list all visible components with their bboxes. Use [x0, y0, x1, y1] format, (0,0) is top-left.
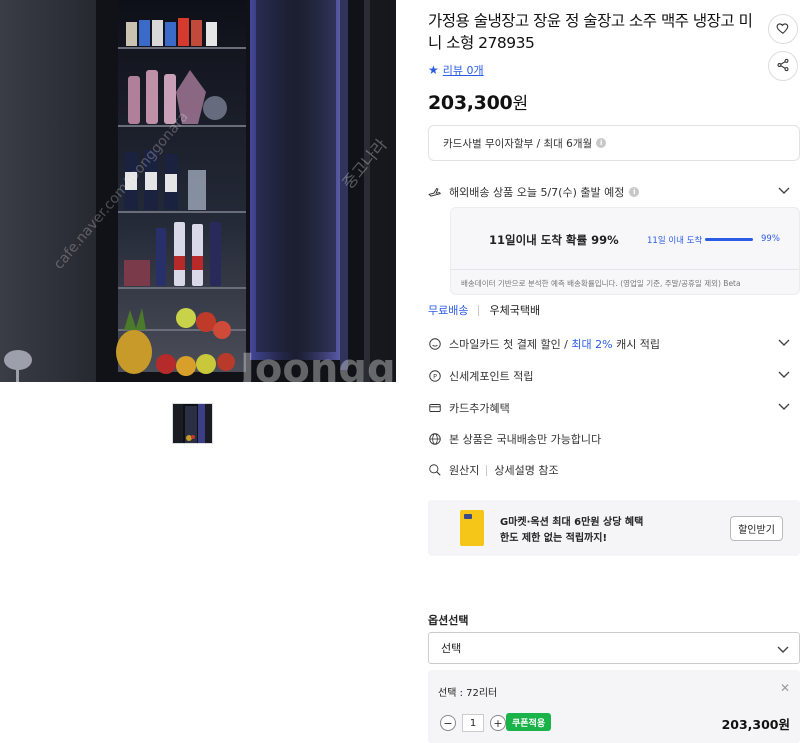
- selected-option-box: 선택 : 72리터 ✕ − 1 + 쿠폰적용 203,300원: [428, 670, 800, 743]
- smile-card-suffix: 캐시 적립: [612, 338, 661, 351]
- price-value: 203,300: [428, 92, 513, 114]
- globe-icon: [428, 432, 442, 446]
- card-icon: [428, 401, 442, 415]
- chevron-down-icon[interactable]: [778, 368, 790, 383]
- image-gallery: cafe.naver.com/joonggonara 중고나라 Joonggon…: [0, 0, 396, 743]
- smile-icon: [428, 337, 442, 351]
- svg-text:P: P: [433, 373, 437, 381]
- product-title: 가정용 술냉장고 장윤 정 술장고 소주 맥주 냉장고 미니 소형 278935: [428, 12, 753, 52]
- chevron-down-icon[interactable]: [778, 400, 790, 415]
- decrease-button[interactable]: −: [440, 715, 456, 731]
- close-icon[interactable]: ✕: [780, 681, 790, 695]
- divider: [451, 269, 799, 270]
- origin-row: 원산지 상세설명 참조: [428, 458, 800, 482]
- chevron-down-icon: [777, 643, 789, 658]
- option-select-value: 선택: [441, 642, 462, 655]
- promo-line-2: 한도 제한 없는 적립까지!: [500, 533, 608, 544]
- delivery-note: 배송데이터 기반으로 분석한 예측 배송확률입니다. (영업일 기준, 주말/공…: [461, 279, 741, 288]
- info-icon[interactable]: i: [596, 138, 607, 148]
- quantity-stepper: − 1 +: [440, 714, 506, 732]
- delivery-bar-percent: 99%: [761, 234, 780, 244]
- chevron-down-icon[interactable]: [778, 336, 790, 351]
- promo-line-1: G마켓·옥션 최대 6만원 상당 혜택: [500, 517, 644, 528]
- info-icon[interactable]: i: [629, 187, 640, 197]
- installment-info: 카드사별 무이자할부 / 최대 6개월 i: [428, 125, 800, 161]
- divider: [478, 304, 480, 316]
- shipping-method: 우체국택배: [489, 304, 541, 317]
- card-benefit-text: 카드추가혜택: [449, 402, 510, 415]
- option-section-title: 옵션선택: [428, 614, 469, 627]
- shipping-fee: 무료배송: [428, 304, 469, 317]
- smile-card-highlight: 최대 2%: [571, 338, 613, 351]
- delivery-probability-bar-fill: [705, 238, 753, 241]
- heart-icon: [776, 20, 790, 39]
- delivery-probability-text: 11일이내 도착 확률 99%: [489, 233, 619, 247]
- credit-card-icon: [460, 510, 484, 546]
- main-product-image[interactable]: cafe.naver.com/joonggonara 중고나라 Joonggon…: [0, 0, 396, 382]
- apply-coupon-button[interactable]: 쿠폰적용: [506, 713, 552, 731]
- smile-card-row[interactable]: 스마일카드 첫 결제 할인 / 최대 2% 캐시 적립: [428, 332, 800, 356]
- share-icon: [776, 57, 790, 76]
- star-icon: ★: [428, 63, 439, 77]
- price-currency: 원: [512, 94, 528, 114]
- card-benefit-row[interactable]: 카드추가혜택: [428, 396, 800, 420]
- overseas-shipping-text: 해외배송 상품 오늘 5/7(수) 출발 예정: [449, 186, 625, 199]
- search-icon: [428, 463, 442, 477]
- option-select[interactable]: 선택: [428, 632, 800, 664]
- selected-option-label: 선택 : 72리터: [438, 688, 498, 699]
- review-link[interactable]: 리뷰 0개: [443, 62, 484, 78]
- points-text: 신세계포인트 적립: [449, 370, 534, 383]
- points-row[interactable]: P 신세계포인트 적립: [428, 364, 800, 388]
- installment-text: 카드사별 무이자할부 / 최대 6개월: [443, 137, 593, 150]
- thumbnail-image[interactable]: [172, 403, 213, 444]
- quantity-input[interactable]: 1: [462, 714, 484, 732]
- points-icon: P: [428, 369, 442, 383]
- origin-value: 상세설명 참조: [494, 464, 559, 477]
- review-summary: ★ 리뷰 0개: [428, 62, 484, 78]
- delivery-probability-bar: [705, 238, 753, 241]
- delivery-probability-box: 11일이내 도착 확률 99% 11일 이내 도착 99% 배송데이터 기반으로…: [450, 207, 800, 295]
- chevron-down-icon[interactable]: [778, 184, 790, 199]
- increase-button[interactable]: +: [490, 715, 506, 731]
- share-button[interactable]: [768, 51, 798, 81]
- like-button[interactable]: [768, 14, 798, 44]
- product-info-panel: 가정용 술냉장고 장윤 정 술장고 소주 맥주 냉장고 미니 소형 278935…: [428, 0, 800, 743]
- domestic-only-text: 본 상품은 국내배송만 가능합니다: [449, 433, 602, 446]
- card-promo-banner: G마켓·옥션 최대 6만원 상당 혜택 한도 제한 없는 적립까지! 할인받기: [428, 500, 800, 556]
- divider: [486, 464, 488, 476]
- watermark-text: Joonggonara: [237, 346, 396, 382]
- line-item-price: 203,300원: [721, 717, 790, 732]
- product-price: 203,300원: [428, 89, 528, 114]
- shipping-method-row: 무료배송 우체국택배: [428, 302, 540, 318]
- get-discount-button[interactable]: 할인받기: [730, 516, 783, 541]
- origin-label: 원산지: [449, 464, 480, 477]
- delivery-bar-label: 11일 이내 도착: [647, 236, 703, 246]
- domestic-only-row: 본 상품은 국내배송만 가능합니다: [428, 427, 800, 451]
- smile-card-text: 스마일카드 첫 결제 할인 /: [449, 338, 572, 351]
- airplane-icon: [428, 185, 442, 199]
- overseas-shipping-row[interactable]: 해외배송 상품 오늘 5/7(수) 출발 예정 i: [428, 180, 800, 204]
